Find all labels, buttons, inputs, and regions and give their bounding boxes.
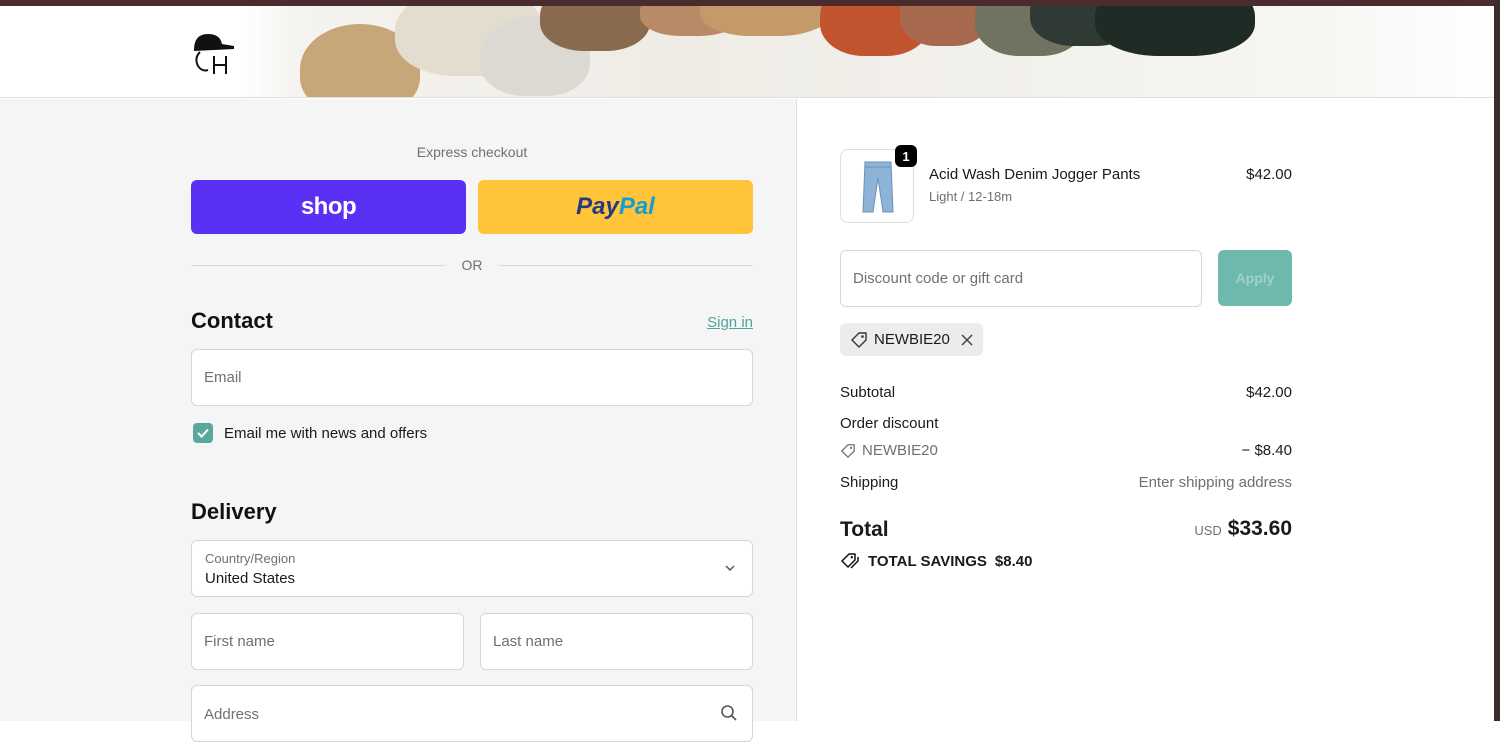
shop-pay-label: shop <box>300 193 357 220</box>
product-name: Acid Wash Denim Jogger Pants <box>929 166 1141 183</box>
tag-icon <box>841 443 855 458</box>
discount-code-row: NEWBIE20 <box>840 442 938 459</box>
news-checkbox[interactable] <box>193 423 213 443</box>
product-variant: Light / 12-18m <box>929 189 1013 204</box>
address-field[interactable]: Address <box>191 685 753 742</box>
shop-pay-button[interactable]: shop <box>191 180 466 234</box>
divider-line <box>499 265 753 266</box>
paypal-label-part1: Pay <box>576 193 619 220</box>
savings-label: TOTAL SAVINGS <box>868 552 987 570</box>
store-header <box>0 6 1500 98</box>
subtotal-value: $42.00 <box>1246 384 1292 401</box>
total-savings: TOTAL SAVINGS $8.40 <box>840 552 1032 570</box>
checkout-form-panel: Express checkout shop Pay Pal OR Contact … <box>0 99 797 742</box>
paypal-button[interactable]: Pay Pal <box>478 180 753 234</box>
discount-value: − $8.40 <box>1241 442 1292 459</box>
banner-hat <box>700 6 830 36</box>
contact-heading: Contact <box>191 308 273 333</box>
banner-hat <box>540 6 650 51</box>
discount-placeholder: Discount code or gift card <box>853 270 1024 287</box>
total-label: Total <box>840 518 889 541</box>
checkmark-icon <box>197 428 209 438</box>
total-amount: USD $33.60 <box>1092 517 1292 541</box>
close-icon[interactable] <box>960 333 974 347</box>
applied-discount-tag: NEWBIE20 <box>840 323 983 356</box>
banner-hat <box>1095 6 1255 56</box>
first-name-placeholder: First name <box>204 633 275 650</box>
delivery-heading: Delivery <box>191 499 277 524</box>
apply-button[interactable]: Apply <box>1218 250 1292 306</box>
applied-code: NEWBIE20 <box>874 331 950 348</box>
email-field[interactable]: Email <box>191 349 753 406</box>
subtotal-label: Subtotal <box>840 384 896 401</box>
country-value: United States <box>205 570 296 587</box>
paypal-label-part2: Pal <box>618 193 655 220</box>
shipping-value: Enter shipping address <box>1138 474 1292 491</box>
first-name-field[interactable]: First name <box>191 613 464 670</box>
store-logo-icon[interactable] <box>190 28 236 76</box>
address-placeholder: Address <box>204 706 260 723</box>
country-label: Country/Region <box>205 551 296 566</box>
shipping-label: Shipping <box>840 474 899 491</box>
email-placeholder: Email <box>204 369 242 386</box>
window-edge <box>1494 0 1500 721</box>
product-price: $42.00 <box>1246 166 1292 183</box>
express-checkout-label: Express checkout <box>416 144 528 160</box>
savings-value: $8.40 <box>994 552 1033 570</box>
last-name-placeholder: Last name <box>493 633 564 650</box>
country-select[interactable]: Country/Region United States <box>191 540 753 597</box>
order-discount-label: Order discount <box>840 415 939 432</box>
currency-code: USD <box>1194 523 1222 538</box>
or-divider: OR <box>191 255 753 275</box>
news-checkbox-label[interactable]: Email me with news and offers <box>224 425 427 442</box>
tags-icon <box>841 553 859 569</box>
divider-line <box>191 265 445 266</box>
total-value: $33.60 <box>1227 517 1292 540</box>
chevron-down-icon <box>725 565 735 572</box>
or-text: OR <box>461 257 483 273</box>
search-icon <box>721 705 737 721</box>
quantity-badge: 1 <box>895 145 917 167</box>
last-name-field[interactable]: Last name <box>480 613 753 670</box>
order-summary-panel: 1 Acid Wash Denim Jogger Pants Light / 1… <box>798 99 1500 721</box>
discount-code-field[interactable]: Discount code or gift card <box>840 250 1202 307</box>
discount-code: NEWBIE20 <box>862 442 938 459</box>
tag-icon <box>851 331 867 348</box>
sign-in-link[interactable]: Sign in <box>680 314 753 331</box>
